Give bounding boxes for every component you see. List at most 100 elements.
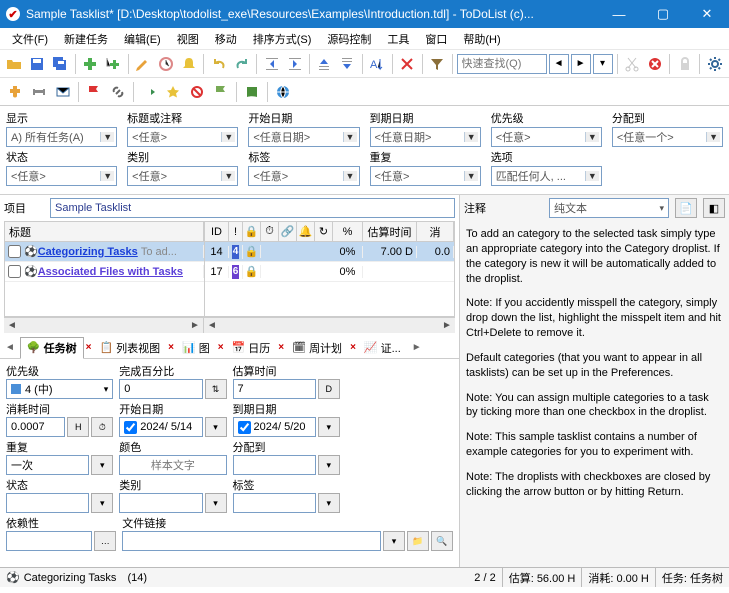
open-icon[interactable] (4, 53, 25, 75)
col-time-icon[interactable]: ⏱ (261, 222, 279, 241)
quick-find-input[interactable] (457, 54, 547, 74)
tab-listview[interactable]: 📋列表视图 (93, 338, 166, 358)
due-check[interactable] (238, 421, 251, 434)
edit-icon[interactable] (133, 53, 154, 75)
goto-icon[interactable] (138, 81, 160, 103)
notes-btn1[interactable]: 📄 (675, 198, 697, 218)
task-check[interactable] (8, 245, 21, 258)
esttime-input[interactable] (233, 379, 316, 399)
indent-right-icon[interactable] (284, 53, 305, 75)
tags-input[interactable] (233, 493, 316, 513)
tab-close[interactable]: × (86, 342, 92, 353)
menu-move[interactable]: 移动 (207, 29, 245, 49)
start-dd[interactable]: ▾ (205, 417, 227, 437)
filelink-input[interactable] (122, 531, 381, 551)
email-icon[interactable] (52, 81, 74, 103)
add-task-icon[interactable] (80, 53, 101, 75)
filter-combo-2-4[interactable]: 匹配任何人, ...▼ (491, 166, 602, 186)
clock-icon[interactable] (156, 53, 177, 75)
settings-icon[interactable] (704, 53, 725, 75)
notes-format-combo[interactable]: 纯文本▾ (549, 198, 669, 218)
col-recur-icon[interactable]: ↻ (315, 222, 333, 241)
movedown-icon[interactable] (337, 53, 358, 75)
filter-icon[interactable] (427, 53, 448, 75)
browse-icon[interactable]: … (94, 531, 116, 551)
web-icon[interactable] (272, 81, 294, 103)
due-dd[interactable]: ▾ (318, 417, 340, 437)
filter-combo-2-3[interactable]: <任意>▼ (370, 166, 481, 186)
col-id[interactable]: ID (205, 222, 229, 241)
filter-combo-2-1[interactable]: <任意>▼ (127, 166, 238, 186)
book-icon[interactable] (241, 81, 263, 103)
find-next-button[interactable]: ► (571, 54, 591, 74)
undo-icon[interactable] (208, 53, 229, 75)
lock-icon[interactable] (674, 53, 695, 75)
flag-icon[interactable] (83, 81, 105, 103)
spent-unit[interactable]: H (67, 417, 89, 437)
start-check[interactable] (124, 421, 137, 434)
scroll-left2[interactable]: ◄ (204, 320, 220, 331)
filter-combo-2-2[interactable]: <任意>▼ (248, 166, 359, 186)
search-icon[interactable]: 🔍 (431, 531, 453, 551)
menu-file[interactable]: 文件(F) (4, 29, 56, 49)
col-bell-icon[interactable]: 🔔 (297, 222, 315, 241)
reminder-icon[interactable] (178, 53, 199, 75)
status-input[interactable] (6, 493, 89, 513)
col-lock-icon[interactable]: 🔒 (243, 222, 261, 241)
scroll-right2[interactable]: ► (439, 320, 455, 331)
filter-combo-2-0[interactable]: <任意>▼ (6, 166, 117, 186)
menu-help[interactable]: 帮助(H) (455, 29, 508, 49)
spent-input[interactable] (6, 417, 65, 437)
col-title[interactable]: 标题 (5, 222, 204, 241)
plugin-icon[interactable] (4, 81, 26, 103)
filter-combo-1-5[interactable]: <任意一个>▼ (612, 127, 723, 147)
tab-burndown[interactable]: 📈证... (358, 338, 407, 358)
col-msg[interactable]: 消 (417, 222, 454, 241)
delete-icon[interactable] (397, 53, 418, 75)
scroll-left[interactable]: ◄ (4, 320, 20, 331)
filter-combo-1-3[interactable]: <任意日期>▼ (370, 127, 481, 147)
depend-input[interactable] (6, 531, 92, 551)
donepct-input[interactable] (119, 379, 202, 399)
notes-text[interactable]: To add an category to the selected task … (460, 221, 729, 567)
saveall-icon[interactable] (50, 53, 71, 75)
find-prev-button[interactable]: ◄ (549, 54, 569, 74)
repeat-input[interactable] (6, 455, 89, 475)
category-input[interactable] (119, 493, 202, 513)
task-link[interactable]: Associated Files with Tasks (38, 266, 183, 278)
add-subtask-icon[interactable] (103, 53, 124, 75)
save-icon[interactable] (27, 53, 48, 75)
timer-icon[interactable]: ⏱ (91, 417, 113, 437)
filter-combo-1-4[interactable]: <任意>▼ (491, 127, 602, 147)
moveup-icon[interactable] (314, 53, 335, 75)
filter-combo-1-0[interactable]: A) 所有任务(A)▼ (6, 127, 117, 147)
notes-btn2[interactable]: ◧ (703, 198, 725, 218)
link-icon[interactable] (107, 81, 129, 103)
star-icon[interactable] (162, 81, 184, 103)
flag2-icon[interactable] (210, 81, 232, 103)
tab-calendar[interactable]: 📅日历 (226, 338, 277, 358)
assign-input[interactable] (233, 455, 316, 475)
col-link-icon[interactable]: 🔗 (279, 222, 297, 241)
print-icon[interactable] (28, 81, 50, 103)
menu-window[interactable]: 窗口 (417, 29, 455, 49)
minimize-button[interactable]: — (597, 0, 641, 28)
indent-left-icon[interactable] (261, 53, 282, 75)
find-dropdown[interactable]: ▾ (593, 54, 613, 74)
menu-source[interactable]: 源码控制 (319, 29, 379, 49)
menu-view[interactable]: 视图 (169, 29, 207, 49)
task-link[interactable]: Categorizing Tasks (38, 246, 138, 258)
menu-tools[interactable]: 工具 (379, 29, 417, 49)
filter-combo-1-2[interactable]: <任意日期>▼ (248, 127, 359, 147)
menu-edit[interactable]: 编辑(E) (116, 29, 169, 49)
menu-sort[interactable]: 排序方式(S) (245, 29, 320, 49)
col-est[interactable]: 估算时间 (363, 222, 417, 241)
tab-nav-left[interactable]: ◄ (2, 342, 18, 353)
tab-nav-right[interactable]: ► (409, 342, 425, 353)
cancel-icon[interactable] (186, 81, 208, 103)
task-check[interactable] (8, 265, 21, 278)
tab-gantt[interactable]: 📊图 (176, 338, 216, 358)
tab-tasktree[interactable]: 🌳任务树 (20, 337, 84, 359)
folder-icon[interactable]: 📁 (407, 531, 429, 551)
project-name-input[interactable] (50, 198, 455, 218)
